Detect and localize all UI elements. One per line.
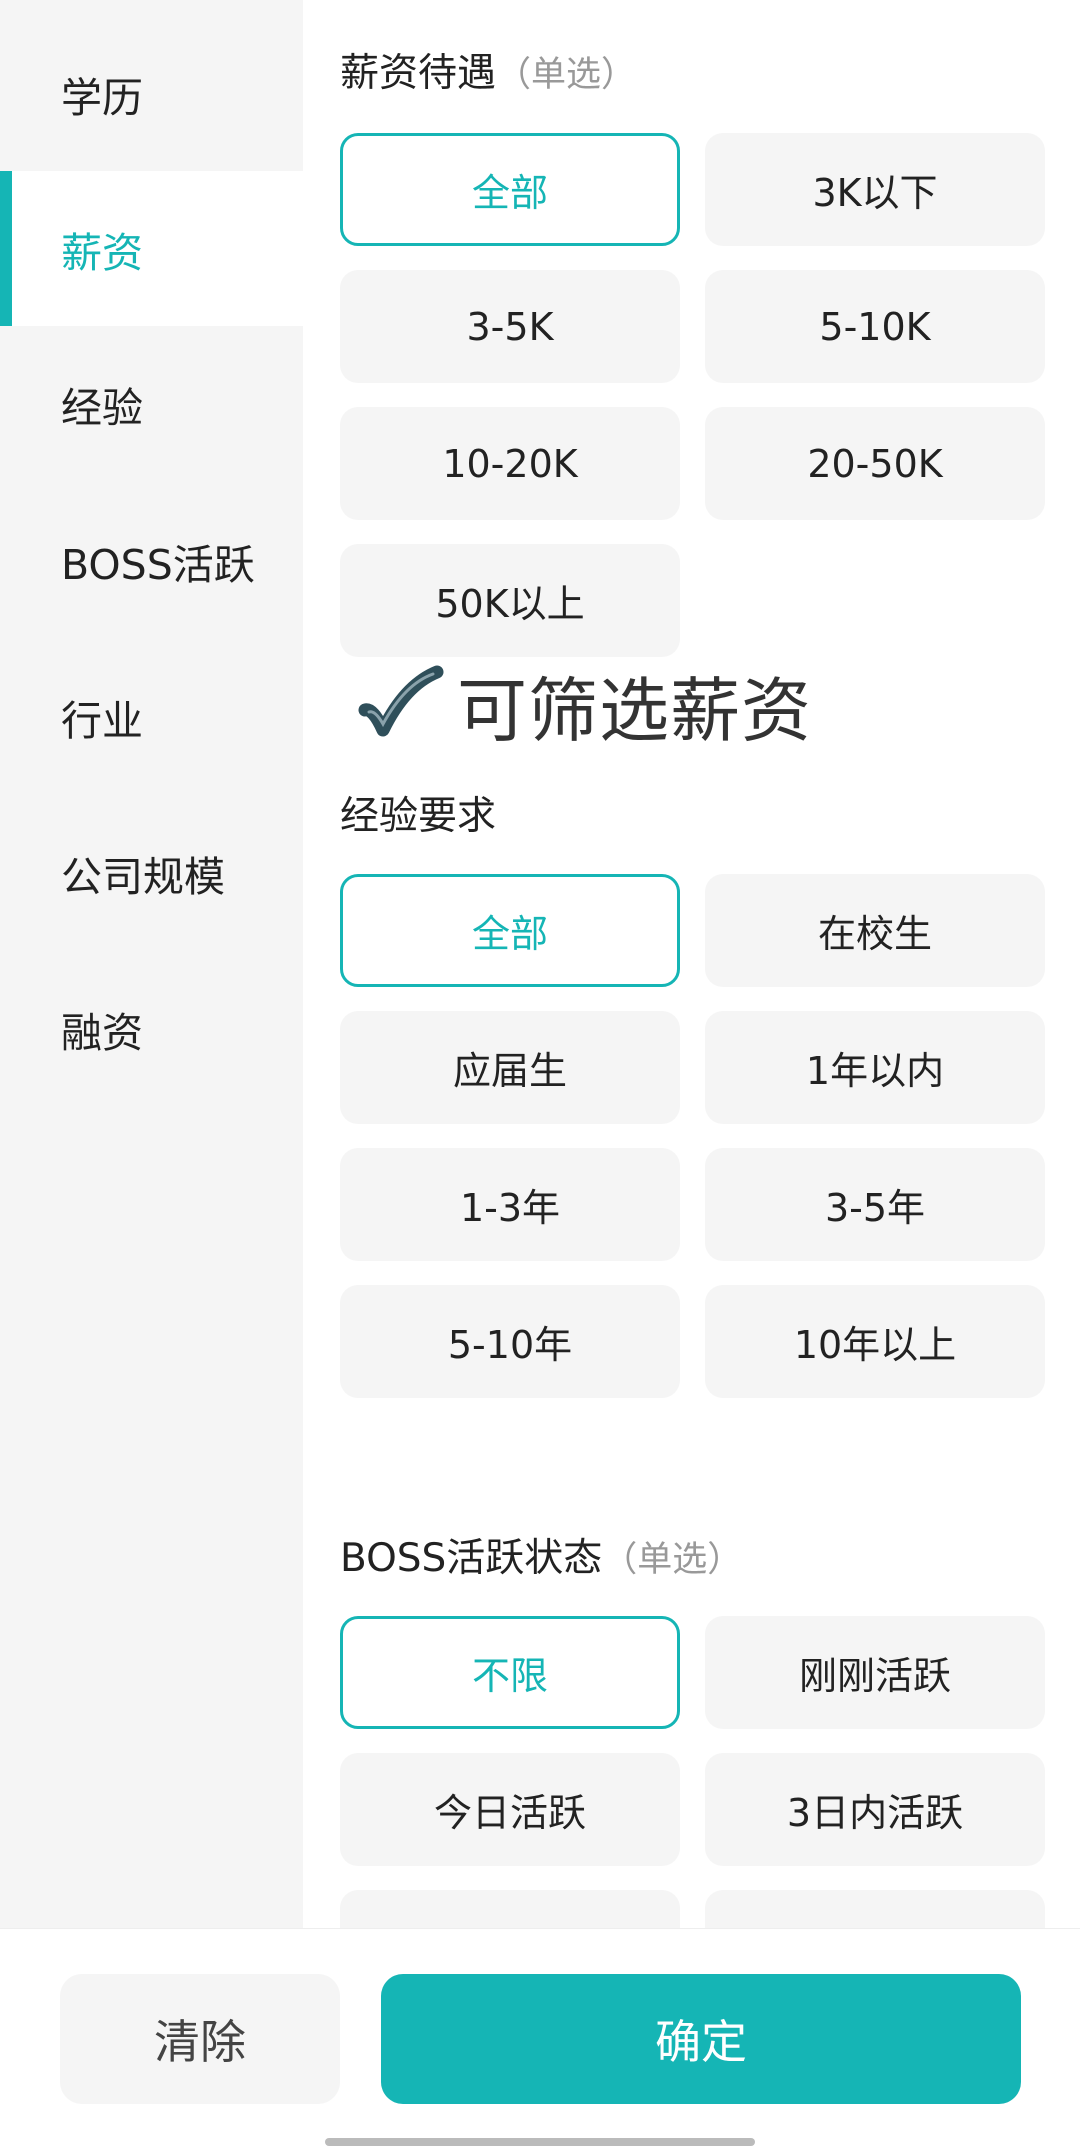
experience-option-3-5y[interactable]: 3-5年 — [705, 1148, 1045, 1261]
experience-option-all[interactable]: 全部 — [340, 874, 680, 987]
sidebar-item-label: 学历 — [61, 73, 143, 122]
sidebar-item-financing[interactable]: 融资 — [0, 951, 303, 1106]
boss-option-partial[interactable] — [340, 1890, 680, 1928]
confirm-button[interactable]: 确定 — [381, 1974, 1021, 2104]
section-title-text: 薪资待遇 — [340, 51, 497, 96]
filter-category-sidebar: 学历 薪资 经验 BOSS活跃 行业 公司规模 融资 — [0, 0, 303, 1928]
sidebar-item-label: 薪资 — [61, 228, 143, 277]
bottom-action-bar: 清除 确定 — [0, 1928, 1080, 2151]
sidebar-item-label: 融资 — [61, 1008, 143, 1057]
sidebar-item-label: BOSS活跃 — [61, 540, 255, 589]
boss-option-3day-active[interactable]: 3日内活跃 — [705, 1753, 1045, 1866]
sidebar-item-boss-active[interactable]: BOSS活跃 — [0, 483, 303, 638]
filter-options-panel: 薪资待遇（单选） 全部 3K以下 3-5K 5-10K 10-20K 20-50… — [303, 0, 1080, 1928]
salary-section-title: 薪资待遇（单选） — [340, 42, 636, 98]
salary-option-under-3k[interactable]: 3K以下 — [705, 133, 1045, 246]
annotation-text: 可筛选薪资 — [457, 669, 812, 752]
sidebar-item-industry[interactable]: 行业 — [0, 639, 303, 794]
sidebar-item-label: 行业 — [61, 696, 143, 745]
sidebar-item-label: 公司规模 — [61, 852, 225, 901]
boss-option-today-active[interactable]: 今日活跃 — [340, 1753, 680, 1866]
boss-option-unlimited[interactable]: 不限 — [340, 1616, 680, 1729]
boss-option-partial[interactable] — [705, 1890, 1045, 1928]
boss-activity-section-title: BOSS活跃状态（单选） — [340, 1527, 742, 1583]
experience-option-graduate[interactable]: 应届生 — [340, 1011, 680, 1124]
sidebar-item-experience[interactable]: 经验 — [0, 326, 303, 481]
salary-option-20-50k[interactable]: 20-50K — [705, 407, 1045, 520]
single-select-hint: （单选） — [602, 1540, 743, 1580]
boss-option-just-active[interactable]: 刚刚活跃 — [705, 1616, 1045, 1729]
salary-option-all[interactable]: 全部 — [340, 133, 680, 246]
sidebar-item-education[interactable]: 学历 — [0, 16, 303, 171]
salary-option-3-5k[interactable]: 3-5K — [340, 270, 680, 383]
salary-option-5-10k[interactable]: 5-10K — [705, 270, 1045, 383]
experience-option-1-3y[interactable]: 1-3年 — [340, 1148, 680, 1261]
annotation-overlay: 可筛选薪资 — [355, 660, 812, 752]
sidebar-item-label: 经验 — [61, 383, 143, 432]
home-indicator[interactable] — [325, 2138, 755, 2146]
section-title-text: BOSS活跃状态 — [340, 1536, 603, 1581]
experience-option-student[interactable]: 在校生 — [705, 874, 1045, 987]
experience-section-title: 经验要求 — [340, 785, 496, 841]
checkmark-icon — [358, 665, 444, 737]
experience-option-5-10y[interactable]: 5-10年 — [340, 1285, 680, 1398]
clear-button[interactable]: 清除 — [60, 1974, 340, 2104]
salary-option-above-50k[interactable]: 50K以上 — [340, 544, 680, 657]
sidebar-item-company-size[interactable]: 公司规模 — [0, 795, 303, 950]
salary-option-10-20k[interactable]: 10-20K — [340, 407, 680, 520]
experience-option-under-1y[interactable]: 1年以内 — [705, 1011, 1045, 1124]
single-select-hint: （单选） — [496, 55, 637, 95]
section-title-text: 经验要求 — [340, 794, 497, 839]
sidebar-item-salary[interactable]: 薪资 — [0, 171, 303, 326]
experience-option-over-10y[interactable]: 10年以上 — [705, 1285, 1045, 1398]
